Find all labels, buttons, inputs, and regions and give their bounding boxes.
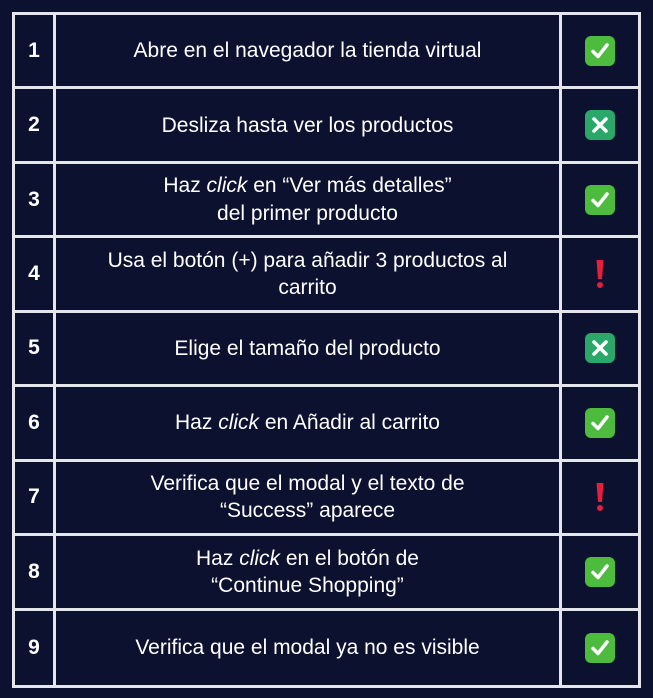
step-number: 4 [15,238,56,313]
step-description: Haz click en “Ver más detalles” del prime… [56,163,562,239]
text-segment: Elige el tamaño del producto [174,336,441,360]
step-number: 2 [15,89,56,164]
step-number: 8 [15,536,56,611]
step-number: 9 [15,610,56,685]
cross-icon [585,110,615,141]
text-segment: Abre en el navegador la tienda virtual [133,39,482,63]
step-description: Desliza hasta ver los productos [56,89,562,164]
text-segment: Verifica que el modal ya no es visible [135,636,480,660]
check-icon [585,184,615,215]
step-status [562,238,638,313]
step-number: 3 [15,163,56,239]
text-segment: Usa el botón (+) para añadir 3 productos… [107,248,508,272]
step-description: Verifica que el modal y el texto de “Succ… [56,461,562,537]
step-status [562,15,638,90]
text-segment: carrito [278,276,337,300]
step-status [562,462,638,537]
cross-icon [585,333,615,364]
text-segment: en “Ver más detalles” [247,174,452,198]
text-segment: del primer producto [217,201,398,225]
text-segment: Haz [163,174,207,198]
step-description: Usa el botón (+) para añadir 3 productos… [56,238,562,313]
step-status [562,313,638,388]
step-status [562,611,638,685]
check-icon [585,632,615,663]
check-icon [585,407,615,438]
text-segment: Verifica que el modal y el texto de [150,472,465,496]
emphasized-text: click [206,174,248,198]
step-number: 7 [15,461,56,537]
emphasized-text: click [239,546,281,570]
step-description: Verifica que el modal ya no es visible [56,610,562,685]
step-description: Haz click en Añadir al carrito [56,387,562,462]
text-segment: en el botón de [280,546,419,570]
step-description: Elige el tamaño del producto [56,312,562,388]
step-status [562,387,638,462]
step-status [562,164,638,239]
text-segment: en Añadir al carrito [259,411,440,435]
text-segment: Desliza hasta ver los productos [161,113,454,137]
step-description: Haz click en el botón de “Continue Shoppi… [56,536,562,611]
test-steps-table: 1 Abre en el navegador la tienda virtual 2… [12,12,641,688]
text-segment: “Continue Shopping” [211,573,404,597]
step-number: 5 [15,312,56,388]
text-segment: Haz [196,546,240,570]
step-number: 1 [15,15,56,90]
exclamation-icon [594,482,606,512]
emphasized-text: click [218,411,260,435]
check-icon [585,556,615,587]
step-status [562,89,638,164]
step-description: Abre en el navegador la tienda virtual [56,15,562,90]
step-status [562,536,638,611]
step-number: 6 [15,387,56,462]
check-icon [585,35,615,66]
text-segment: Haz [175,411,219,435]
exclamation-icon [594,259,606,289]
text-segment: “Success” aparece [219,499,396,523]
